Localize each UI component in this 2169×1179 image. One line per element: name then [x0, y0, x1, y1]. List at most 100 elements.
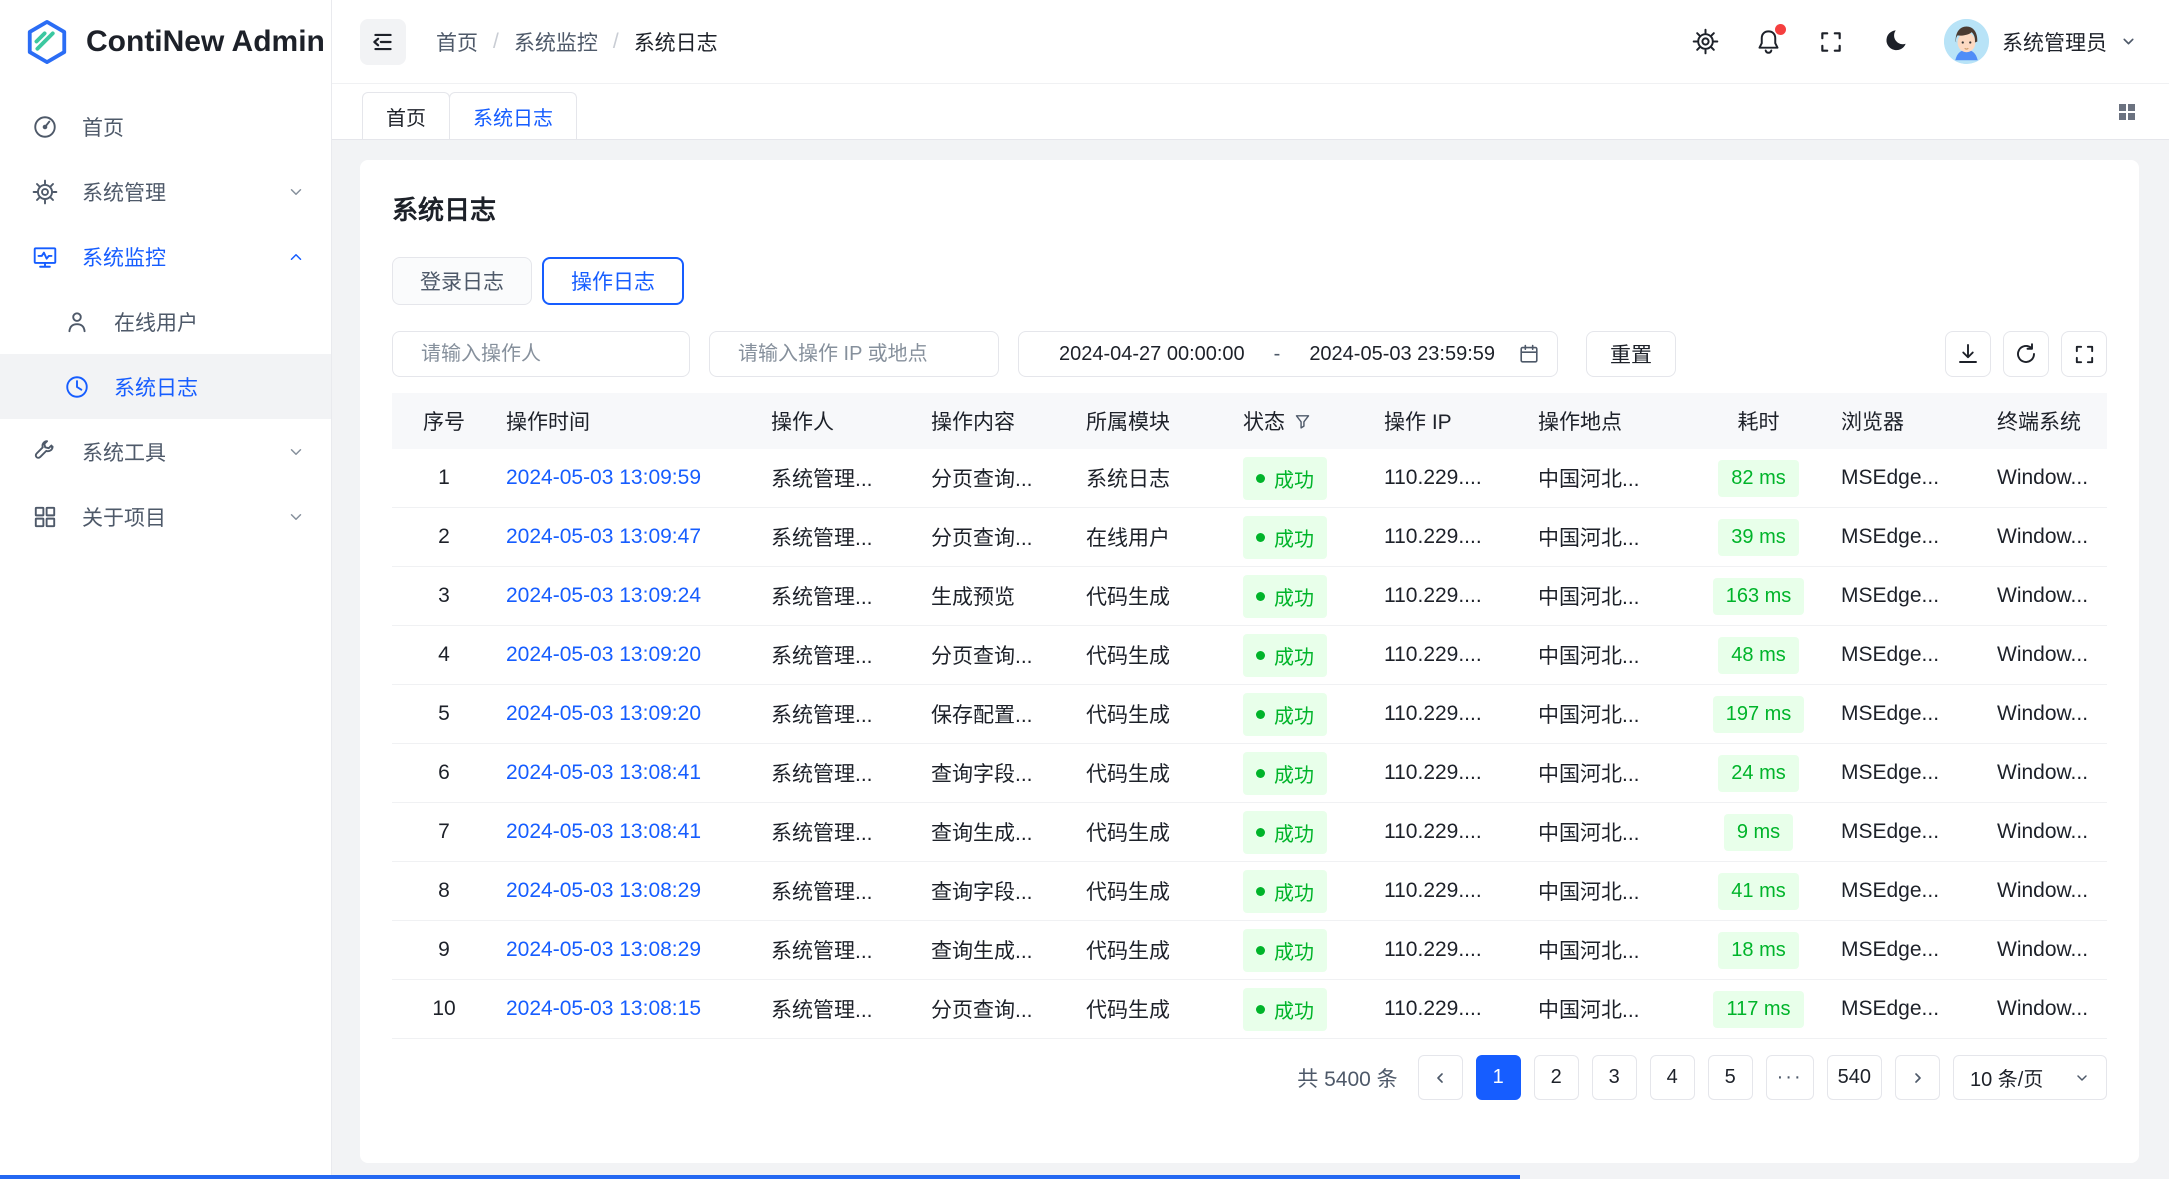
settings-gear-icon	[1692, 28, 1719, 55]
chevron-down-icon	[287, 508, 305, 526]
sidebar-item-system-monitor[interactable]: 系统监控	[0, 224, 331, 289]
cell-operator: 系统管理...	[761, 994, 921, 1024]
cell-module: 系统日志	[1076, 463, 1233, 493]
log-detail-link[interactable]: 2024-05-03 13:08:29	[506, 938, 701, 961]
refresh-button[interactable]	[2003, 331, 2049, 377]
cell-status: 成功	[1233, 457, 1374, 500]
status-dot-icon	[1256, 946, 1265, 955]
cell-duration: 197 ms	[1686, 696, 1831, 733]
pagination-page-4[interactable]: 4	[1650, 1055, 1695, 1100]
log-detail-link[interactable]: 2024-05-03 13:08:41	[506, 820, 701, 843]
pagination-prev-button[interactable]	[1418, 1055, 1463, 1100]
settings-button[interactable]	[1692, 28, 1719, 55]
cell-duration: 41 ms	[1686, 873, 1831, 910]
tab-login-log[interactable]: 登录日志	[392, 257, 532, 305]
sidebar-item-system-management[interactable]: 系统管理	[0, 159, 331, 224]
log-detail-link[interactable]: 2024-05-03 13:08:29	[506, 879, 701, 902]
log-detail-link[interactable]: 2024-05-03 13:08:41	[506, 761, 701, 784]
duration-badge: 18 ms	[1718, 932, 1798, 969]
sidebar-item-system-tools[interactable]: 系统工具	[0, 419, 331, 484]
pagination-page-1[interactable]: 1	[1476, 1055, 1521, 1100]
tab-operation-log[interactable]: 操作日志	[542, 257, 684, 305]
status-dot-icon	[1256, 769, 1265, 778]
cell-module: 代码生成	[1076, 699, 1233, 729]
fullscreen-icon	[1818, 29, 1844, 55]
log-detail-link[interactable]: 2024-05-03 13:09:20	[506, 643, 701, 666]
reset-button[interactable]: 重置	[1586, 331, 1676, 377]
table-body: 1 2024-05-03 13:09:59 系统管理... 分页查询... 系统…	[392, 449, 2107, 1039]
sidebar-item-online-users[interactable]: 在线用户	[0, 289, 331, 354]
status-dot-icon	[1256, 710, 1265, 719]
cell-browser: MSEdge...	[1831, 584, 1987, 608]
pagination-ellipsis[interactable]: ···	[1766, 1055, 1814, 1100]
duration-badge: 39 ms	[1718, 519, 1798, 556]
cell-module: 代码生成	[1076, 581, 1233, 611]
log-detail-link[interactable]: 2024-05-03 13:08:15	[506, 997, 701, 1020]
dark-mode-toggle[interactable]	[1880, 28, 1908, 56]
column-header: 耗时	[1686, 406, 1831, 436]
cell-browser: MSEdge...	[1831, 643, 1987, 667]
table-fullscreen-button[interactable]	[2061, 331, 2107, 377]
pagination-page-540[interactable]: 540	[1827, 1055, 1882, 1100]
table-header: 序号 操作时间 操作人 操作内容 所属模块 状态 操作 IP 操作地点 耗时 浏…	[392, 393, 2107, 449]
cell-module: 代码生成	[1076, 758, 1233, 788]
log-detail-link[interactable]: 2024-05-03 13:09:20	[506, 702, 701, 725]
notifications-button[interactable]	[1755, 28, 1782, 55]
pagination-next-button[interactable]	[1895, 1055, 1940, 1100]
log-type-tabs: 登录日志 操作日志	[392, 257, 2107, 305]
ip-search-field[interactable]	[709, 331, 999, 377]
tab-list-button[interactable]	[2115, 100, 2139, 124]
chevron-right-icon	[1910, 1070, 1926, 1086]
cell-index: 7	[392, 820, 496, 844]
cell-index: 10	[392, 997, 496, 1021]
cell-os: Window...	[1987, 584, 2107, 608]
chevron-down-icon	[2120, 33, 2137, 50]
export-button[interactable]	[1945, 331, 1991, 377]
ip-search-input[interactable]	[736, 342, 1005, 367]
log-detail-link[interactable]: 2024-05-03 13:09:59	[506, 466, 701, 489]
filter-funnel-icon[interactable]	[1294, 413, 1311, 430]
cell-duration: 18 ms	[1686, 932, 1831, 969]
log-detail-link[interactable]: 2024-05-03 13:09:47	[506, 525, 701, 548]
status-dot-icon	[1256, 651, 1265, 660]
cell-duration: 117 ms	[1686, 991, 1831, 1028]
fullscreen-button[interactable]	[1818, 29, 1844, 55]
tab-system-log[interactable]: 系统日志	[449, 92, 577, 139]
operator-search-field[interactable]	[392, 331, 690, 377]
duration-badge: 197 ms	[1713, 696, 1805, 733]
date-range-picker[interactable]: 2024-04-27 00:00:00 - 2024-05-03 23:59:5…	[1018, 331, 1558, 377]
user-menu[interactable]: 系统管理员	[1944, 19, 2137, 64]
sidebar-item-home[interactable]: 首页	[0, 94, 331, 159]
log-detail-link[interactable]: 2024-05-03 13:09:24	[506, 584, 701, 607]
tab-home[interactable]: 首页	[362, 92, 450, 139]
tab-label: 首页	[386, 102, 426, 131]
cell-status: 成功	[1233, 752, 1374, 795]
cell-browser: MSEdge...	[1831, 525, 1987, 549]
sidebar-item-system-log[interactable]: 系统日志	[0, 354, 331, 419]
pagination-page-2[interactable]: 2	[1534, 1055, 1579, 1100]
chevron-down-icon	[287, 183, 305, 201]
sidebar-nav: 首页 系统管理 系统监控 在线用户	[0, 84, 331, 549]
cell-content: 查询字段...	[921, 758, 1076, 788]
table-row: 7 2024-05-03 13:08:41 系统管理... 查询生成... 代码…	[392, 803, 2107, 862]
user-icon	[64, 309, 90, 335]
status-label: 成功	[1274, 700, 1314, 729]
grid-icon	[32, 504, 58, 530]
cell-location: 中国河北...	[1528, 994, 1686, 1024]
breadcrumb-item-home[interactable]: 首页	[436, 27, 478, 57]
refresh-icon	[2014, 342, 2038, 366]
pagination-page-5[interactable]: 5	[1708, 1055, 1753, 1100]
horizontal-scrollbar-thumb[interactable]	[0, 1175, 1520, 1179]
sidebar-item-about-project[interactable]: 关于项目	[0, 484, 331, 549]
cell-module: 代码生成	[1076, 640, 1233, 670]
operator-search-input[interactable]	[419, 342, 688, 367]
sidebar-collapse-button[interactable]	[360, 19, 406, 65]
sidebar-item-label: 首页	[82, 112, 305, 142]
pagination-page-3[interactable]: 3	[1592, 1055, 1637, 1100]
breadcrumb-item-system-monitor[interactable]: 系统监控	[514, 27, 598, 57]
date-end: 2024-05-03 23:59:59	[1286, 343, 1518, 366]
table-row: 9 2024-05-03 13:08:29 系统管理... 查询生成... 代码…	[392, 921, 2107, 980]
cell-os: Window...	[1987, 997, 2107, 1021]
app-logo[interactable]: ContiNew Admin	[0, 0, 331, 84]
page-size-select[interactable]: 10 条/页	[1953, 1055, 2107, 1100]
